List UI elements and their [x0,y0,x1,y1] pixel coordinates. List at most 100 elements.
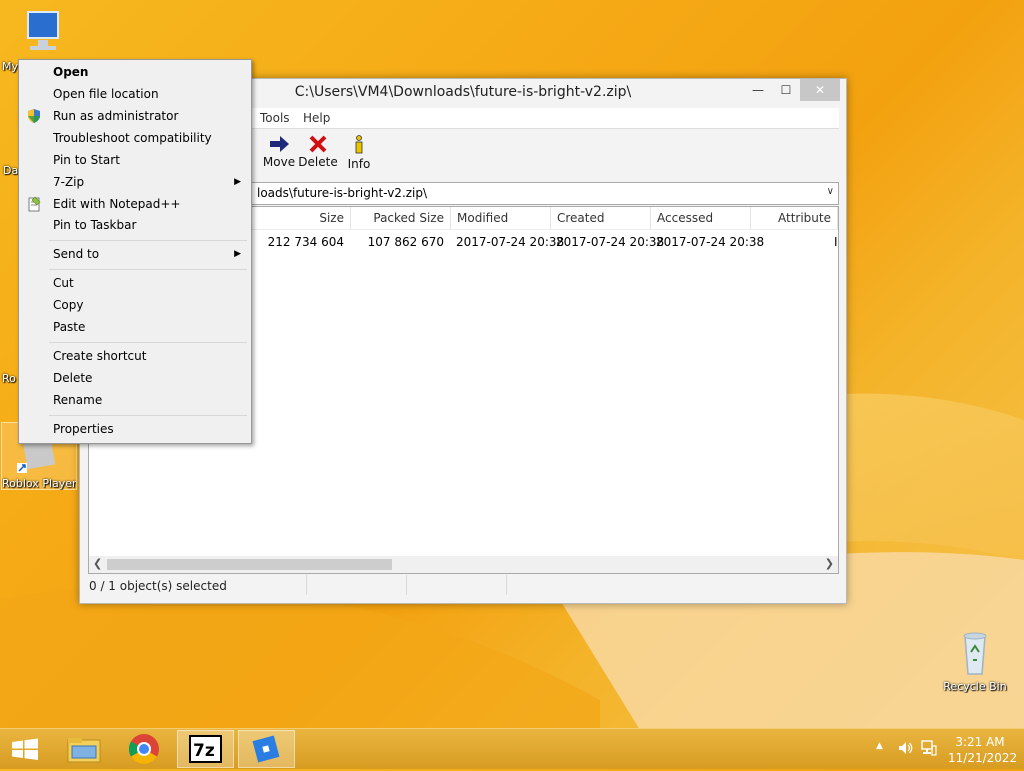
menu-tools[interactable]: Tools [260,111,290,125]
chrome-icon [128,734,159,765]
chevron-down-icon[interactable]: ∨ [827,186,834,197]
file-explorer-icon [67,738,101,763]
status-segment [306,575,407,595]
desktop-label-my: My [2,60,19,73]
menu-item-label: Open file location [53,87,159,101]
menu-item-cut[interactable]: Cut [21,272,249,294]
menu-item-label: Create shortcut [53,349,147,363]
desktop-label-roblox: Roblox Player [2,477,76,490]
taskbar-7zip[interactable]: 7z [177,730,234,768]
taskbar: 7z ▲ 3:21 AM 11/21/2022 [0,728,1024,769]
svg-text:7z: 7z [193,741,215,761]
move-arrow-icon [270,136,289,152]
context-menu: Open Open file location Run as administr… [18,59,252,444]
clock-time: 3:21 AM [955,735,1005,749]
menu-item-pin-to-taskbar[interactable]: Pin to Taskbar [21,214,249,236]
taskbar-chrome[interactable] [116,730,173,768]
cell-attributes: I [834,235,838,249]
desktop-label-recycle-bin: Recycle Bin [943,680,1007,693]
column-attributes[interactable]: Attribute [751,207,838,229]
menu-separator [49,240,247,241]
desktop-icon-computer[interactable] [0,8,76,54]
menu-item-delete[interactable]: Delete [21,367,249,389]
7zip-icon: 7z [189,735,222,763]
menu-item-label: Edit with Notepad++ [53,197,181,211]
menu-item-label: Pin to Start [53,153,120,167]
network-icon[interactable] [921,740,937,756]
column-packed-size[interactable]: Packed Size [351,207,451,229]
address-text: loads\future-is-bright-v2.zip\ [257,186,428,200]
column-modified[interactable]: Modified [451,207,551,229]
menu-item-label: Paste [53,320,86,334]
menu-separator [49,269,247,270]
menu-item-label: Troubleshoot compatibility [53,131,212,145]
menu-item-edit-with-notepad[interactable]: Edit with Notepad++ [21,193,249,215]
menu-item-label: Pin to Taskbar [53,218,137,232]
status-segment: 0 / 1 object(s) selected [88,575,307,595]
computer-icon [27,11,59,50]
menu-item-label: Copy [53,298,84,312]
scroll-right-icon[interactable]: ❯ [825,557,834,570]
maximize-button[interactable]: ☐ [772,79,800,101]
show-hidden-icons-icon[interactable]: ▲ [876,741,883,751]
menu-item-open-file-location[interactable]: Open file location [21,83,249,105]
taskbar-roblox[interactable] [238,730,295,768]
menu-item-label: Delete [53,371,93,385]
shield-icon [28,109,40,123]
menu-item-troubleshoot-compatibility[interactable]: Troubleshoot compatibility [21,127,249,149]
menu-item-label: Open [53,65,89,79]
menu-item-create-shortcut[interactable]: Create shortcut [21,345,249,367]
notepad-plus-icon [28,196,41,212]
scrollbar-thumb[interactable] [107,559,392,570]
menu-item-send-to[interactable]: Send to ▶ [21,243,249,265]
menu-item-rename[interactable]: Rename [21,389,249,411]
menu-item-label: Run as administrator [53,109,179,123]
clock[interactable]: 3:21 AM 11/21/2022 [948,734,1017,766]
menu-item-pin-to-start[interactable]: Pin to Start [21,149,249,171]
menu-item-open[interactable]: Open [21,61,249,83]
desktop-icon-recycle-bin[interactable]: Recycle Bin [937,630,1013,693]
menu-help[interactable]: Help [303,111,330,125]
menu-item-label: Properties [53,422,114,436]
column-created[interactable]: Created [551,207,651,229]
menu-item-paste[interactable]: Paste [21,316,249,338]
menu-separator [49,415,247,416]
desktop-label-ro: Ro [2,372,16,385]
info-button[interactable]: Info [336,131,382,171]
submenu-arrow-icon: ▶ [234,249,241,259]
menu-item-label: Send to [53,247,100,261]
minimize-button[interactable]: — [744,79,772,101]
status-text: 0 / 1 object(s) selected [89,579,227,593]
close-button[interactable]: ✕ [800,79,840,101]
delete-label: Delete [298,155,338,169]
roblox-icon [252,735,280,763]
info-label: Info [347,157,371,171]
start-button[interactable] [0,730,57,768]
menu-item-7zip[interactable]: 7-Zip ▶ [21,171,249,193]
menu-item-copy[interactable]: Copy [21,294,249,316]
menu-item-run-as-administrator[interactable]: Run as administrator [21,105,249,127]
recycle-bin-icon [963,632,987,675]
cell-created: 2017-07-24 20:38 [556,235,665,249]
submenu-arrow-icon: ▶ [234,177,241,187]
column-size[interactable]: Size [251,207,351,229]
scroll-left-icon[interactable]: ❮ [93,557,102,570]
info-icon [355,135,363,154]
cell-packed-size: 107 862 670 [367,235,444,249]
menu-item-label: Rename [53,393,103,407]
menu-item-label: Cut [53,276,74,290]
cell-accessed: 2017-07-24 20:38 [656,235,765,249]
taskbar-file-explorer[interactable] [56,730,113,768]
status-segment [406,575,507,595]
menu-item-properties[interactable]: Properties [21,418,249,440]
volume-icon[interactable] [898,741,914,755]
cell-size: 212 734 604 [267,235,344,249]
start-icon [12,738,38,760]
desktop-label-da: Da [3,164,19,177]
delete-button[interactable]: Delete [295,131,341,169]
column-accessed[interactable]: Accessed [651,207,751,229]
move-label: Move [262,155,296,169]
horizontal-scrollbar[interactable]: ❮ ❯ [89,556,838,573]
menu-item-label: 7-Zip [53,175,85,189]
status-bar: 0 / 1 object(s) selected [88,575,839,597]
